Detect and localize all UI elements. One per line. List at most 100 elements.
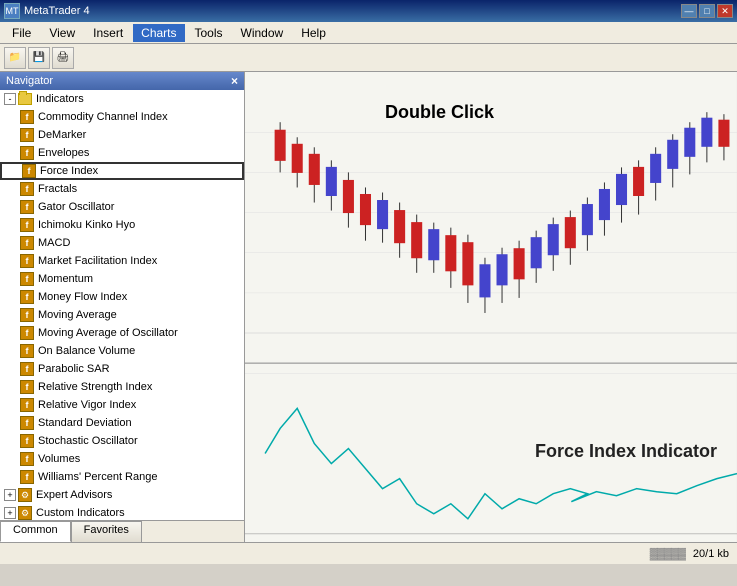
list-item[interactable]: f DeMarker xyxy=(0,126,244,144)
title-bar-left: MT MetaTrader 4 xyxy=(4,3,90,19)
ci-expand[interactable]: + xyxy=(4,507,16,519)
toolbar-btn-3[interactable]: 🖨 xyxy=(52,47,74,69)
minimize-button[interactable]: — xyxy=(681,4,697,18)
status-position: 20/1 kb xyxy=(693,548,729,560)
indicator-icon-moneyflow: f xyxy=(20,290,34,304)
list-item[interactable]: f MACD xyxy=(0,234,244,252)
force-index-label: Force Index xyxy=(40,165,98,177)
chart-area[interactable]: — □ ✕ Double Click xyxy=(245,72,737,542)
force-index-item[interactable]: f Force Index xyxy=(0,162,244,180)
list-item[interactable]: f Fractals xyxy=(0,180,244,198)
indicator-icon-cci: f xyxy=(20,110,34,124)
navigator-header: Navigator × xyxy=(0,72,244,90)
toolbar: 📁 💾 🖨 xyxy=(0,44,737,72)
scroll-indicator: ▓▓▓▓▓ xyxy=(650,548,685,560)
force-index-indicator-label: Force Index Indicator xyxy=(535,441,717,462)
navigator-content[interactable]: - Indicators f Commodity Channel Index f… xyxy=(0,90,244,520)
list-item[interactable]: f Market Facilitation Index xyxy=(0,252,244,270)
indicators-section[interactable]: - Indicators xyxy=(0,90,244,108)
navigator-close-btn[interactable]: × xyxy=(231,74,238,88)
momentum-label: Momentum xyxy=(38,273,93,285)
envelopes-label: Envelopes xyxy=(38,147,89,159)
wpr-label: Williams' Percent Range xyxy=(38,471,157,483)
stoch-label: Stochastic Oscillator xyxy=(38,435,138,447)
indicator-icon-psar: f xyxy=(20,362,34,376)
list-item[interactable]: f Money Flow Index xyxy=(0,288,244,306)
menu-bar: File View Insert Charts Tools Window Hel… xyxy=(0,22,737,44)
list-item[interactable]: f Momentum xyxy=(0,270,244,288)
cci-label: Commodity Channel Index xyxy=(38,111,168,123)
list-item[interactable]: f On Balance Volume xyxy=(0,342,244,360)
list-item[interactable]: f Williams' Percent Range xyxy=(0,468,244,486)
indicator-icon-rsi: f xyxy=(20,380,34,394)
main-area: Navigator × - Indicators f Commodity Cha… xyxy=(0,72,737,542)
list-item[interactable]: f Volumes xyxy=(0,450,244,468)
indicator-icon-mom: f xyxy=(20,272,34,286)
list-item[interactable]: f Gator Oscillator xyxy=(0,198,244,216)
toolbar-btn-1[interactable]: 📁 xyxy=(4,47,26,69)
app-icon: MT xyxy=(4,3,20,19)
menu-insert[interactable]: Insert xyxy=(85,24,131,42)
list-item[interactable]: f Stochastic Oscillator xyxy=(0,432,244,450)
menu-window[interactable]: Window xyxy=(233,24,292,42)
rvi-label: Relative Vigor Index xyxy=(38,399,136,411)
ea-label: Expert Advisors xyxy=(36,489,112,501)
menu-charts[interactable]: Charts xyxy=(133,24,184,42)
indicator-icon-stoch: f xyxy=(20,434,34,448)
ea-expand[interactable]: + xyxy=(4,489,16,501)
menu-help[interactable]: Help xyxy=(293,24,334,42)
demarker-label: DeMarker xyxy=(38,129,86,141)
indicator-icon-frac: f xyxy=(20,182,34,196)
indicator-icon-macd: f xyxy=(20,236,34,250)
tab-common[interactable]: Common xyxy=(0,521,71,542)
list-item[interactable]: f Commodity Channel Index xyxy=(0,108,244,126)
indicators-label: Indicators xyxy=(36,93,84,105)
status-bar: ▓▓▓▓▓ 20/1 kb xyxy=(0,542,737,564)
menu-view[interactable]: View xyxy=(41,24,83,42)
list-item[interactable]: f Ichimoku Kinko Hyo xyxy=(0,216,244,234)
indicators-expand[interactable]: - xyxy=(4,93,16,105)
indicator-icon-gator: f xyxy=(20,200,34,214)
macd-label: MACD xyxy=(38,237,70,249)
indicator-icon-wpr: f xyxy=(20,470,34,484)
ci-icon: ⚙ xyxy=(18,506,32,520)
list-item[interactable]: f Parabolic SAR xyxy=(0,360,244,378)
status-right: ▓▓▓▓▓ 20/1 kb xyxy=(650,548,729,560)
list-item[interactable]: f Relative Vigor Index xyxy=(0,396,244,414)
menu-tools[interactable]: Tools xyxy=(187,24,231,42)
double-click-label: Double Click xyxy=(385,102,494,123)
tab-favorites[interactable]: Favorites xyxy=(71,521,142,542)
indicators-folder-icon xyxy=(18,93,32,105)
obv-label: On Balance Volume xyxy=(38,345,135,357)
rsi-label: Relative Strength Index xyxy=(38,381,152,393)
expert-advisors-section[interactable]: + ⚙ Expert Advisors xyxy=(0,486,244,504)
maosci-label: Moving Average of Oscillator xyxy=(38,327,178,339)
psar-label: Parabolic SAR xyxy=(38,363,110,375)
list-item[interactable]: f Moving Average xyxy=(0,306,244,324)
ci-label: Custom Indicators xyxy=(36,507,125,519)
list-item[interactable]: f Moving Average of Oscillator xyxy=(0,324,244,342)
list-item[interactable]: f Envelopes xyxy=(0,144,244,162)
moneyflow-label: Money Flow Index xyxy=(38,291,127,303)
menu-file[interactable]: File xyxy=(4,24,39,42)
maximize-button[interactable]: □ xyxy=(699,4,715,18)
list-item[interactable]: f Relative Strength Index xyxy=(0,378,244,396)
list-item[interactable]: f Standard Deviation xyxy=(0,414,244,432)
ma-label: Moving Average xyxy=(38,309,117,321)
volumes-label: Volumes xyxy=(38,453,80,465)
indicator-icon-vol: f xyxy=(20,452,34,466)
indicator-icon-fi: f xyxy=(22,164,36,178)
indicator-icon-mfi: f xyxy=(20,254,34,268)
indicator-icon-std: f xyxy=(20,416,34,430)
indicator-icon-ichi: f xyxy=(20,218,34,232)
title-controls[interactable]: — □ ✕ xyxy=(681,4,733,18)
ichimoku-label: Ichimoku Kinko Hyo xyxy=(38,219,135,231)
navigator-title: Navigator xyxy=(6,75,53,87)
indicator-icon-maosci: f xyxy=(20,326,34,340)
close-button[interactable]: ✕ xyxy=(717,4,733,18)
indicator-icon-obv: f xyxy=(20,344,34,358)
ea-icon: ⚙ xyxy=(18,488,32,502)
toolbar-btn-2[interactable]: 💾 xyxy=(28,47,50,69)
custom-indicators-section[interactable]: + ⚙ Custom Indicators xyxy=(0,504,244,520)
title-bar: MT MetaTrader 4 — □ ✕ xyxy=(0,0,737,22)
